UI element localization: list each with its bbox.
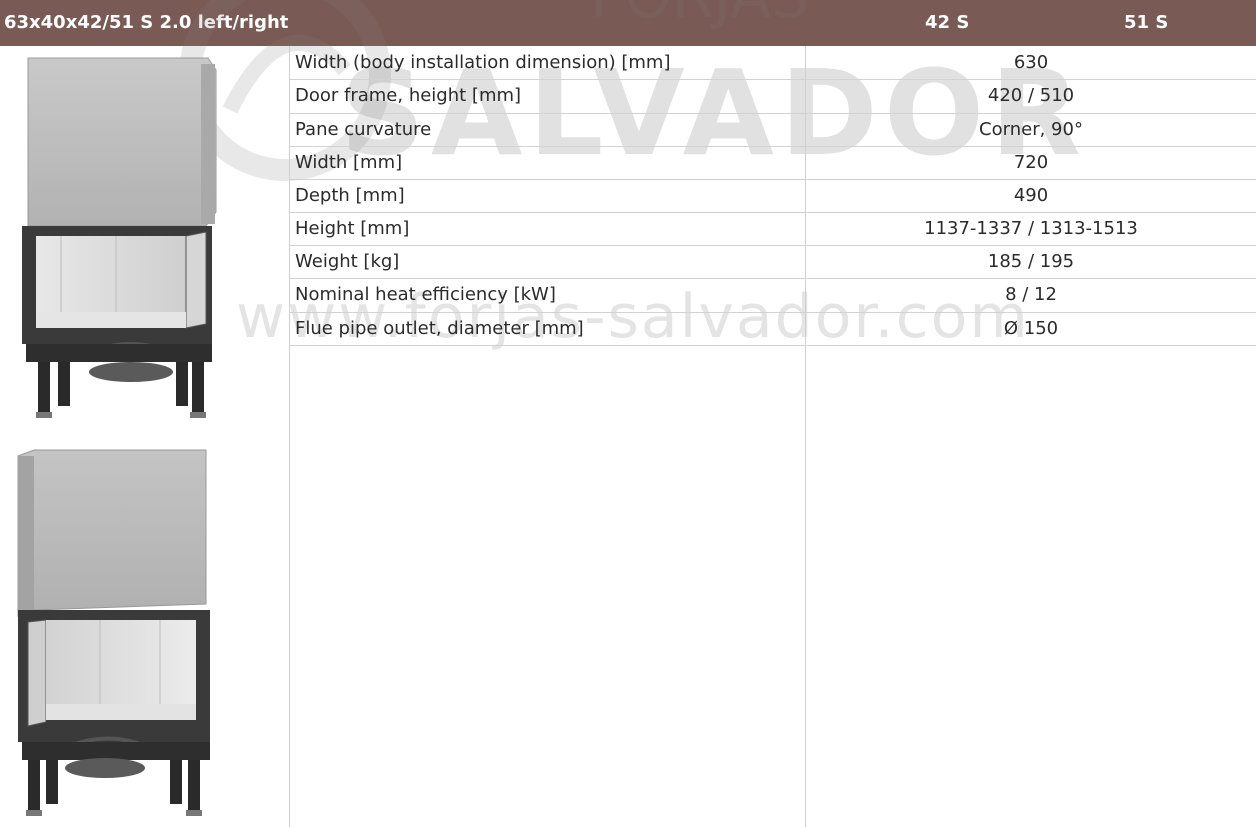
spec-value: 720 (1013, 152, 1049, 173)
spec-value: Ø 150 (1003, 318, 1059, 339)
spec-label: Width (body installation dimension) [mm] (295, 52, 671, 73)
spec-value: 630 (1013, 52, 1049, 73)
column-header-42s: 42 S (925, 12, 970, 33)
spec-row: Pane curvature Corner, 90° (289, 113, 1256, 146)
row-divider (289, 345, 1256, 346)
spec-label: Weight [kg] (295, 251, 400, 272)
spec-label: Door frame, height [mm] (295, 85, 522, 106)
spec-row: Nominal heat efficiency [kW] 8 / 12 (289, 278, 1256, 311)
spec-row: Width [mm] 720 (289, 146, 1256, 179)
spec-value: Corner, 90° (979, 119, 1083, 140)
spec-label: Flue pipe outlet, diameter [mm] (295, 318, 584, 339)
spec-label: Nominal heat efficiency [kW] (295, 284, 556, 305)
spec-label: Height [mm] (295, 218, 410, 239)
spec-row: Height [mm] 1137-1337 / 1313-1513 (289, 212, 1256, 245)
spec-value: 1137-1337 / 1313-1513 (924, 218, 1138, 239)
column-header-51s: 51 S (1124, 12, 1169, 33)
table-header: 63x40x42/51 S 2.0 left/right 42 S 51 S (0, 0, 1256, 46)
spec-row: Weight [kg] 185 / 195 (289, 245, 1256, 278)
spec-value: 490 (1013, 185, 1049, 206)
spec-row: Door frame, height [mm] 420 / 510 (289, 79, 1256, 112)
spec-value: 420 / 510 (987, 85, 1075, 106)
spec-label: Pane curvature (295, 119, 432, 140)
spec-value: 185 / 195 (987, 251, 1075, 272)
spec-label: Width [mm] (295, 152, 403, 173)
spec-row: Flue pipe outlet, diameter [mm] Ø 150 (289, 312, 1256, 345)
spec-value: 8 / 12 (1005, 284, 1057, 305)
spec-row: Width (body installation dimension) [mm]… (289, 46, 1256, 79)
fireplace-image-front (22, 57, 217, 418)
fireplace-image-side (17, 449, 210, 816)
spec-label: Depth [mm] (295, 185, 405, 206)
product-title: 63x40x42/51 S 2.0 left/right (4, 12, 289, 33)
spec-row: Depth [mm] 490 (289, 179, 1256, 212)
